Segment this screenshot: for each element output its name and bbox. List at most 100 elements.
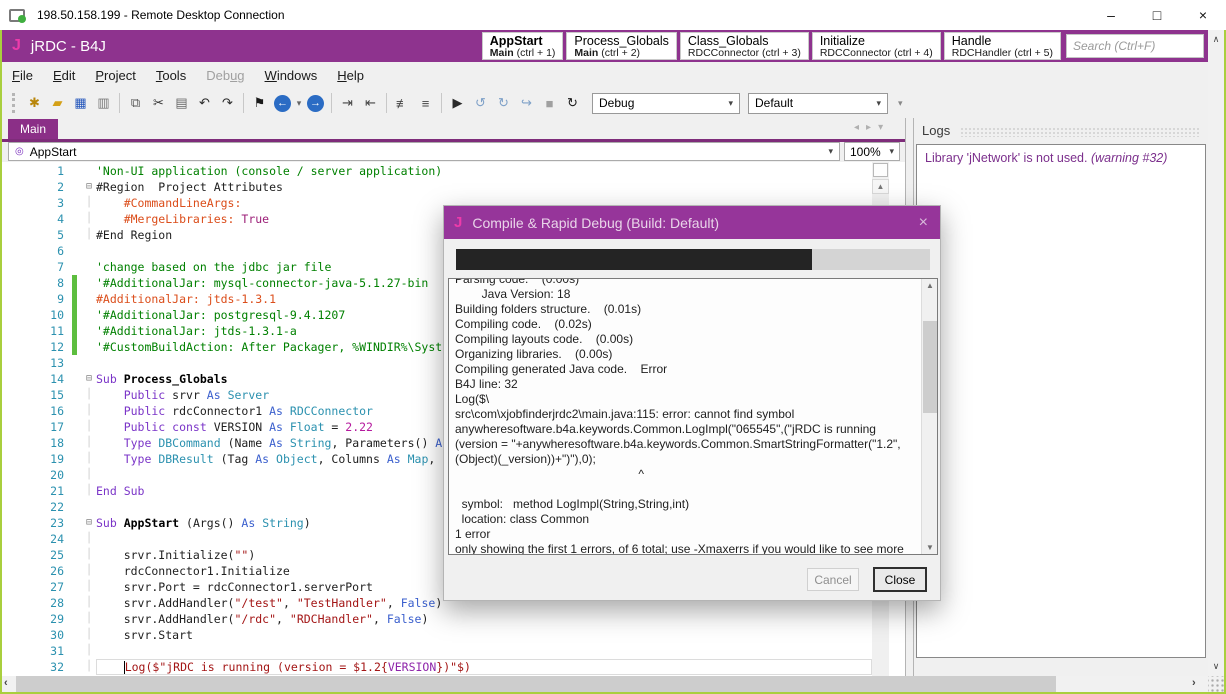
rdp-titlebar[interactable]: 198.50.158.199 - Remote Desktop Connecti… [0,0,1226,30]
stop-icon[interactable]: ■ [538,92,561,114]
step-out-icon[interactable]: ↪ [515,92,538,114]
menu-file[interactable]: File [2,63,43,88]
fold-toggle-icon[interactable]: ⊟ [82,179,96,195]
save-icon[interactable]: ▦ [69,92,92,114]
fold-guide: │ [82,451,96,467]
scroll-up-icon[interactable]: ▲ [922,281,938,290]
zoom-dropdown[interactable]: 100% ▾ [844,142,900,161]
new-file-icon[interactable]: ✱ [23,92,46,114]
scrollbar-thumb[interactable] [873,163,888,177]
navigate-forward-icon[interactable]: → [307,95,324,112]
redo-icon[interactable]: ↷ [216,92,239,114]
change-indicator [72,467,77,483]
undo-icon[interactable]: ↶ [193,92,216,114]
change-indicator [72,595,77,611]
menu-windows[interactable]: Windows [255,63,328,88]
code-line[interactable]: 29│ srvr.AddHandler("/rdc", "RDCHandler"… [2,611,872,627]
dialog-log-line: (Object)(_version))+")"),0); [455,452,917,467]
change-indicator [72,179,77,195]
run-icon[interactable]: ▶ [446,92,469,114]
menu-project[interactable]: Project [85,63,145,88]
paste-icon[interactable]: ▤ [170,92,193,114]
code-line[interactable]: 1'Non-UI application (console / server a… [2,163,872,179]
dialog-close-icon[interactable]: × [919,214,928,232]
build-log-box[interactable]: Parsing code. (0.00s) Java Version: 18Bu… [448,278,938,555]
line-number: 2 [2,179,72,195]
tab-nav-right-icon[interactable]: ▸ [866,122,871,133]
rdp-horizontal-scrollbar[interactable]: ‹ › [0,676,1208,692]
tab-main[interactable]: Main [8,119,58,139]
build-profile-dropdown[interactable]: Default▾ [748,93,888,114]
fold-guide: │ [82,195,96,211]
change-indicator [72,563,77,579]
menu-help[interactable]: Help [327,63,374,88]
navigate-back-icon[interactable]: ← [274,95,291,112]
search-input[interactable] [1066,34,1204,58]
toolbar-separator [441,93,442,113]
scroll-down-icon[interactable]: ∨ [1208,661,1224,672]
line-number: 23 [2,515,72,531]
logs-output[interactable]: Library 'jNetwork' is not used. (warning… [916,144,1206,658]
line-number: 29 [2,611,72,627]
dialog-titlebar[interactable]: J Compile & Rapid Debug (Build: Default)… [444,206,940,239]
restart-icon[interactable]: ↻ [561,92,584,114]
uncomment-icon[interactable]: ≡ [414,92,437,114]
open-project-icon[interactable]: ▰ [46,92,69,114]
tab-list-dropdown-icon[interactable]: ▾ [878,122,883,133]
dialog-log-line: Log($\ [455,392,917,407]
back-dropdown-icon[interactable]: ▾ [294,98,304,109]
outdent-icon[interactable]: ⇤ [359,92,382,114]
window-border-left [0,30,2,694]
rdp-vertical-scrollbar[interactable]: ∧ ∨ [1208,30,1224,676]
fold-guide [82,291,96,307]
quick-sub-handle[interactable]: HandleRDCHandler (ctrl + 5) [944,32,1061,60]
logs-panel-drag-texture[interactable] [960,127,1200,137]
dialog-log-scrollbar[interactable]: ▲ ▼ [921,279,937,554]
fold-toggle-icon[interactable]: ⊟ [82,515,96,531]
app-title: jRDC - B4J [31,38,106,55]
code-line[interactable]: 2⊟#Region Project Attributes [2,179,872,195]
scroll-left-icon[interactable]: ‹ [4,677,8,689]
quick-sub-class_globals[interactable]: Class_GlobalsRDCConnector (ctrl + 3) [680,32,809,60]
menu-tools[interactable]: Tools [146,63,196,88]
step-over-icon[interactable]: ↺ [469,92,492,114]
change-indicator [72,163,77,179]
line-number: 17 [2,419,72,435]
code-line[interactable]: 30│ srvr.Start [2,627,872,643]
cut-icon[interactable]: ✂ [147,92,170,114]
comment-icon[interactable]: ≢ [391,92,414,114]
step-into-icon[interactable]: ↻ [492,92,515,114]
current-sub-dropdown[interactable]: ◎ AppStart ▾ [8,142,840,161]
line-number: 28 [2,595,72,611]
scroll-up-icon[interactable]: ∧ [1208,34,1224,45]
scrollbar-thumb[interactable] [923,321,937,413]
quick-sub-appstart[interactable]: AppStartMain (ctrl + 1) [482,32,564,60]
build-configuration-dropdown[interactable]: Debug▾ [592,93,740,114]
fold-toggle-icon[interactable]: ⊟ [82,371,96,387]
copy-icon[interactable]: ⧉ [124,92,147,114]
quick-sub-process_globals[interactable]: Process_GlobalsMain (ctrl + 2) [566,32,677,60]
close-dialog-button[interactable]: Close [873,567,927,592]
tab-nav-left-icon[interactable]: ◂ [854,122,859,133]
code-line[interactable]: 32│ Log($"jRDC is running (version = $1.… [2,659,872,675]
b4j-header: J jRDC - B4J AppStartMain (ctrl + 1)Proc… [2,30,1208,62]
minimize-button[interactable]: – [1088,0,1134,30]
change-indicator [72,659,77,675]
scrollbar-thumb[interactable] [16,676,1056,692]
scroll-right-icon[interactable]: › [1192,677,1196,689]
maximize-button[interactable]: □ [1134,0,1180,30]
export-icon[interactable]: ▥ [92,92,115,114]
toolbar-overflow-icon[interactable]: ▾ [898,98,903,109]
indent-icon[interactable]: ⇥ [336,92,359,114]
close-button[interactable]: × [1180,0,1226,30]
quick-sub-initialize[interactable]: InitializeRDCConnector (ctrl + 4) [812,32,941,60]
code-text: srvr.Start [96,627,872,643]
code-line[interactable]: 31│ [2,643,872,659]
menu-edit[interactable]: Edit [43,63,85,88]
scroll-down-icon[interactable]: ▼ [922,543,938,552]
change-indicator [72,243,77,259]
resize-grip[interactable] [1208,676,1224,692]
bookmark-icon[interactable]: ⚑ [248,92,271,114]
scroll-up-icon[interactable]: ▲ [872,179,889,194]
compile-debug-dialog: J Compile & Rapid Debug (Build: Default)… [443,205,941,601]
